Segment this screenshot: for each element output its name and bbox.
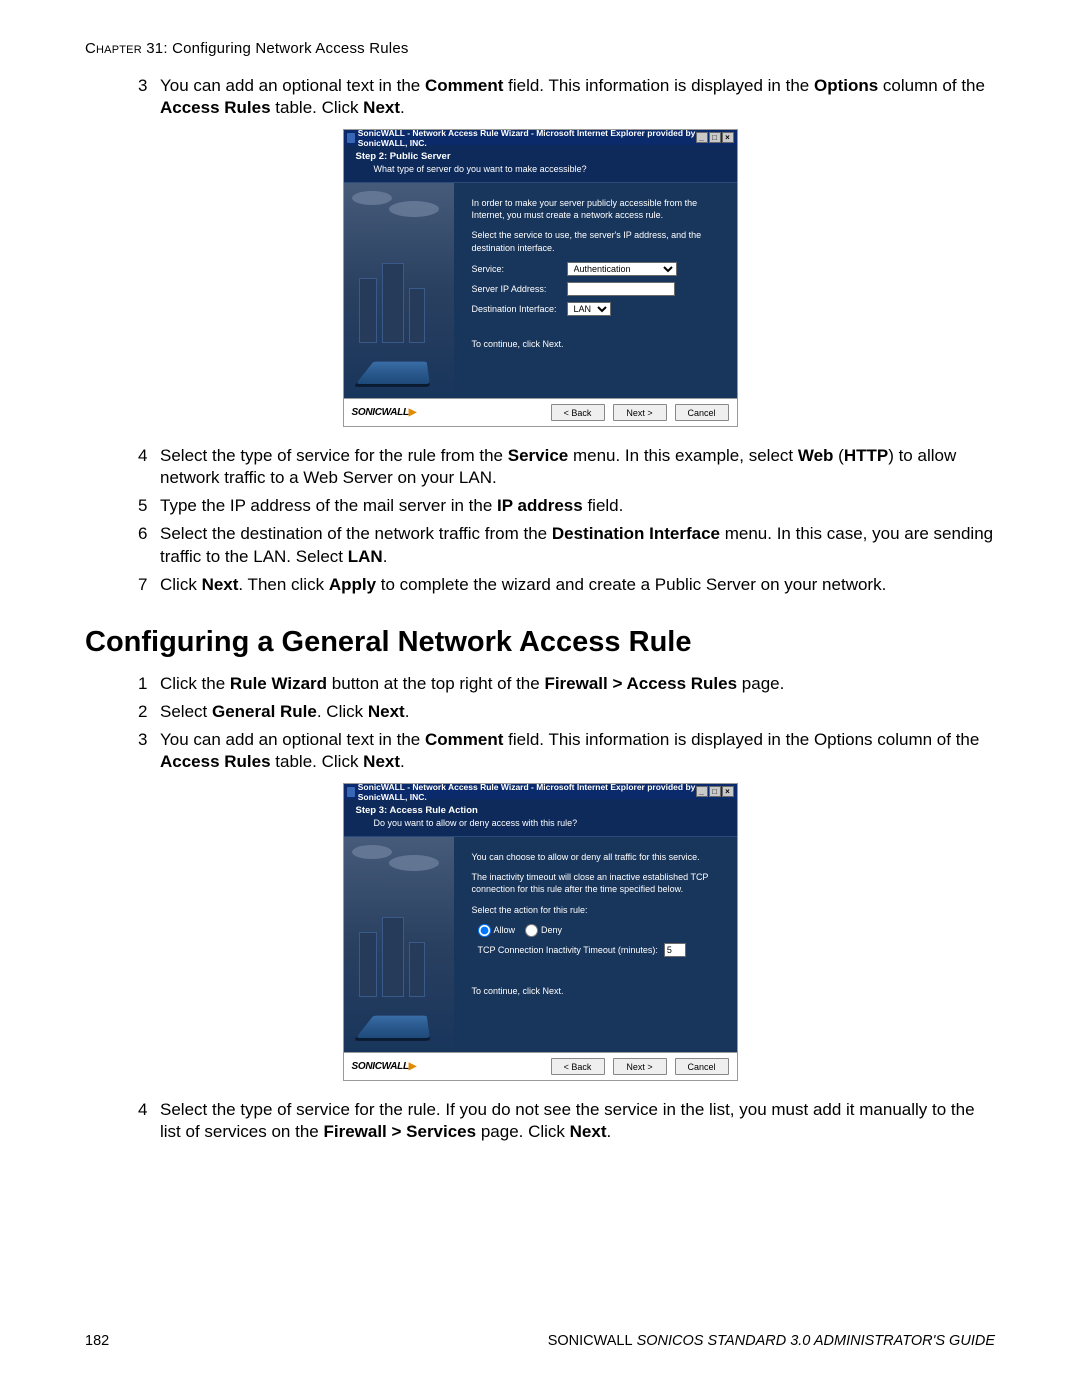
wizard1-stepbar: Step 2: Public Server What type of serve… [344, 145, 737, 183]
steps-list-a2: 4 Select the type of service for the rul… [85, 445, 995, 596]
allow-radio[interactable] [478, 924, 491, 937]
wizard2-content: You can choose to allow or deny all traf… [454, 837, 737, 1052]
wizard1-illustration [344, 183, 454, 398]
steps-list-b: 1 Click the Rule Wizard button at the to… [85, 673, 995, 773]
wizard1-titlebar: SonicWALL - Network Access Rule Wizard -… [344, 130, 737, 145]
step-b4: 4 Select the type of service for the rul… [160, 1099, 995, 1143]
maximize-icon[interactable]: □ [709, 786, 721, 797]
ie-icon [347, 133, 355, 143]
deny-radio[interactable] [525, 924, 538, 937]
wizard2-stepbar: Step 3: Access Rule Action Do you want t… [344, 799, 737, 837]
cancel-button[interactable]: Cancel [675, 404, 729, 421]
server-ip-input[interactable] [567, 282, 675, 296]
step-a5: 5 Type the IP address of the mail server… [160, 495, 995, 517]
step-b3: 3 You can add an optional text in the Co… [160, 729, 995, 773]
service-select[interactable]: Authentication [567, 262, 677, 276]
minimize-icon[interactable]: _ [696, 132, 708, 143]
step-a3: 3 You can add an optional text in the Co… [160, 75, 995, 119]
router-icon [355, 362, 429, 384]
wizard2-footer: SONICWALL▶ < Back Next > Cancel [344, 1052, 737, 1080]
step-a6: 6 Select the destination of the network … [160, 523, 995, 567]
wizard2-window-title: SonicWALL - Network Access Rule Wizard -… [358, 782, 696, 802]
maximize-icon[interactable]: □ [709, 132, 721, 143]
page-footer: 182 SONICWALL SONICOS STANDARD 3.0 ADMIN… [85, 1333, 995, 1349]
router-icon [355, 1016, 429, 1038]
minimize-icon[interactable]: _ [696, 786, 708, 797]
wizard1-content: In order to make your server publicly ac… [454, 183, 737, 398]
dest-select[interactable]: LAN [567, 302, 611, 316]
steps-list-b2: 4 Select the type of service for the rul… [85, 1099, 995, 1143]
close-icon[interactable]: × [722, 132, 734, 143]
step-b2: 2 Select General Rule. Click Next. [160, 701, 995, 723]
page-number: 182 [85, 1333, 109, 1349]
step-b1: 1 Click the Rule Wizard button at the to… [160, 673, 995, 695]
ie-icon [347, 787, 355, 797]
close-icon[interactable]: × [722, 786, 734, 797]
timeout-label: TCP Connection Inactivity Timeout (minut… [478, 944, 658, 956]
server-ip-label: Server IP Address: [472, 283, 567, 295]
sonicwall-logo: SONICWALL▶ [352, 1061, 417, 1072]
next-button[interactable]: Next > [613, 1058, 667, 1075]
timeout-input[interactable] [664, 943, 686, 957]
back-button[interactable]: < Back [551, 1058, 605, 1075]
wizard2-illustration [344, 837, 454, 1052]
service-label: Service: [472, 263, 567, 275]
chapter-header: Chapter 31: Configuring Network Access R… [85, 40, 995, 57]
wizard1-footer: SONICWALL▶ < Back Next > Cancel [344, 398, 737, 426]
section-heading: Configuring a General Network Access Rul… [85, 626, 995, 659]
wizard1: SonicWALL - Network Access Rule Wizard -… [343, 129, 738, 427]
step-a7: 7 Click Next. Then click Apply to comple… [160, 574, 995, 596]
wizard2-titlebar: SonicWALL - Network Access Rule Wizard -… [344, 784, 737, 799]
chapter-label: Chapter [85, 40, 142, 57]
cancel-button[interactable]: Cancel [675, 1058, 729, 1075]
back-button[interactable]: < Back [551, 404, 605, 421]
steps-list-a: 3 You can add an optional text in the Co… [85, 75, 995, 119]
wizard2: SonicWALL - Network Access Rule Wizard -… [343, 783, 738, 1081]
wizard1-window-title: SonicWALL - Network Access Rule Wizard -… [358, 128, 696, 148]
next-button[interactable]: Next > [613, 404, 667, 421]
sonicwall-logo: SONICWALL▶ [352, 407, 417, 418]
guide-title: SONICWALL SONICOS STANDARD 3.0 ADMINISTR… [548, 1333, 995, 1349]
chapter-title: Configuring Network Access Rules [172, 40, 409, 57]
step-a4: 4 Select the type of service for the rul… [160, 445, 995, 489]
dest-label: Destination Interface: [472, 303, 567, 315]
